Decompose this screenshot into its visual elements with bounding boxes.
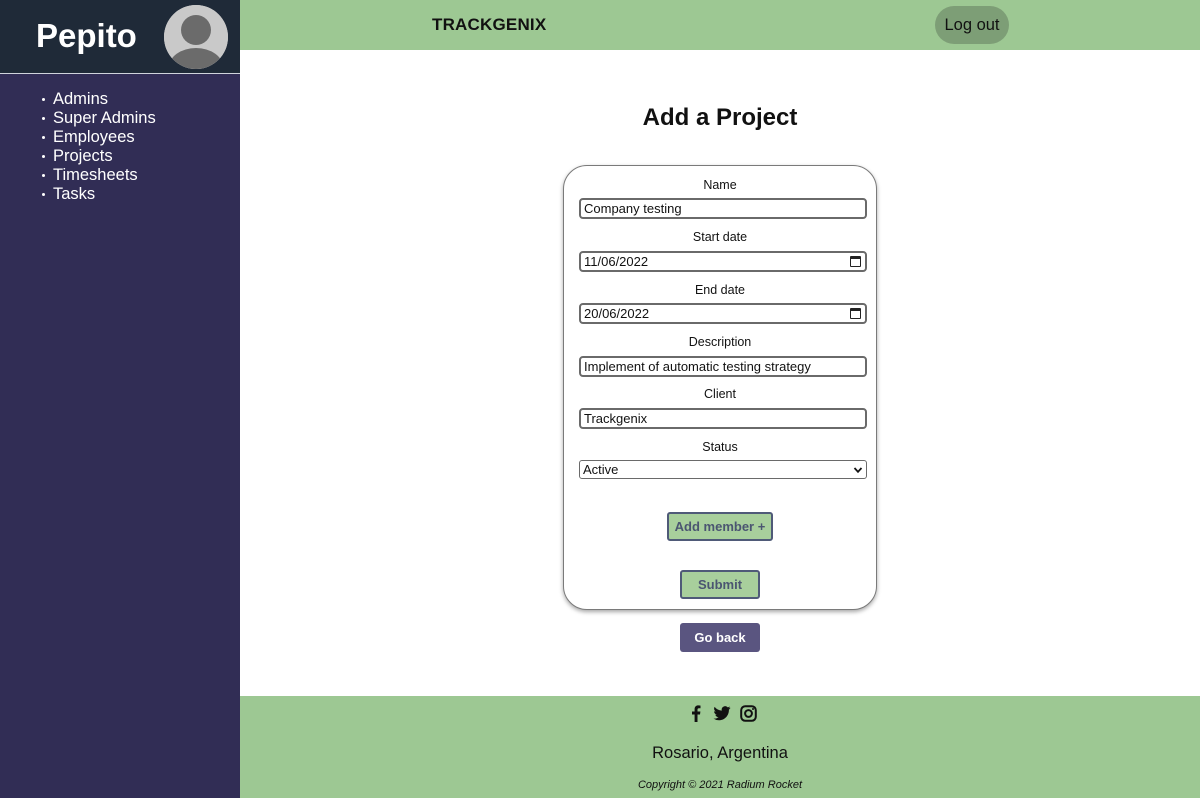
sidebar-item-tasks[interactable]: Tasks bbox=[40, 185, 156, 204]
user-avatar-icon bbox=[164, 5, 228, 69]
footer-location: Rosario, Argentina bbox=[652, 744, 788, 762]
twitter-icon[interactable] bbox=[713, 704, 731, 722]
name-value: Company testing bbox=[584, 201, 682, 216]
description-input[interactable]: Implement of automatic testing strategy bbox=[579, 356, 867, 377]
submit-button[interactable]: Submit bbox=[680, 570, 760, 599]
user-name: Pepito bbox=[36, 17, 137, 54]
bullet-icon bbox=[42, 193, 45, 196]
end-date-value: 20/06/2022 bbox=[584, 306, 650, 321]
facebook-icon[interactable] bbox=[687, 704, 705, 722]
sidebar: Pepito Admins Super Admins Employees Pro… bbox=[0, 0, 240, 798]
start-date-value: 11/06/2022 bbox=[584, 254, 649, 269]
sidebar-item-label: Employees bbox=[53, 128, 135, 146]
status-select[interactable]: Active bbox=[579, 460, 867, 479]
avatar[interactable] bbox=[164, 5, 228, 69]
client-input[interactable]: Trackgenix bbox=[579, 408, 867, 429]
sidebar-item-super-admins[interactable]: Super Admins bbox=[40, 109, 156, 128]
footer: Rosario, Argentina Copyright © 2021 Radi… bbox=[240, 696, 1200, 798]
sidebar-item-label: Projects bbox=[53, 147, 113, 165]
client-label: Client bbox=[704, 387, 736, 401]
sidebar-item-projects[interactable]: Projects bbox=[40, 147, 156, 166]
sidebar-item-label: Super Admins bbox=[53, 109, 156, 127]
start-date-label: Start date bbox=[692, 230, 748, 244]
add-member-button[interactable]: Add member + bbox=[667, 512, 773, 541]
bullet-icon bbox=[42, 136, 45, 139]
description-value: Implement of automatic testing strategy bbox=[584, 359, 811, 374]
app-root: Pepito Admins Super Admins Employees Pro… bbox=[0, 0, 1200, 798]
sidebar-item-admins[interactable]: Admins bbox=[40, 90, 156, 109]
sidebar-item-employees[interactable]: Employees bbox=[40, 128, 156, 147]
calendar-icon[interactable] bbox=[850, 308, 861, 319]
brand-title: TRACKGENIX bbox=[432, 15, 547, 34]
page-title: Add a Project bbox=[642, 104, 798, 131]
sidebar-header: Pepito bbox=[0, 0, 240, 74]
end-date-label: End date bbox=[694, 283, 746, 297]
top-bar: TRACKGENIX Log out bbox=[240, 0, 1200, 50]
status-value: Active bbox=[583, 462, 619, 477]
chevron-down-icon bbox=[853, 466, 863, 473]
sidebar-item-label: Timesheets bbox=[53, 166, 138, 184]
logout-button[interactable]: Log out bbox=[935, 6, 1009, 44]
sidebar-item-label: Admins bbox=[53, 90, 109, 108]
bullet-icon bbox=[42, 174, 45, 177]
name-label: Name bbox=[703, 178, 737, 192]
bullet-icon bbox=[42, 155, 45, 158]
calendar-icon[interactable] bbox=[850, 256, 861, 267]
social-links bbox=[687, 704, 757, 722]
client-value: Trackgenix bbox=[584, 411, 648, 426]
go-back-button[interactable]: Go back bbox=[680, 623, 760, 652]
status-label: Status bbox=[702, 440, 738, 454]
sidebar-item-timesheets[interactable]: Timesheets bbox=[40, 166, 156, 185]
bullet-icon bbox=[42, 98, 45, 101]
project-form: Name Company testing Start date 11/06/20… bbox=[563, 165, 877, 610]
name-input[interactable]: Company testing bbox=[579, 198, 867, 219]
footer-copyright: Copyright © 2021 Radium Rocket bbox=[637, 779, 803, 791]
start-date-input[interactable]: 11/06/2022 bbox=[579, 251, 867, 272]
bullet-icon bbox=[42, 117, 45, 120]
sidebar-nav: Admins Super Admins Employees Projects T… bbox=[40, 90, 156, 204]
end-date-input[interactable]: 20/06/2022 bbox=[579, 303, 867, 324]
instagram-icon[interactable] bbox=[739, 704, 757, 722]
description-label: Description bbox=[688, 335, 752, 349]
sidebar-item-label: Tasks bbox=[53, 185, 96, 203]
